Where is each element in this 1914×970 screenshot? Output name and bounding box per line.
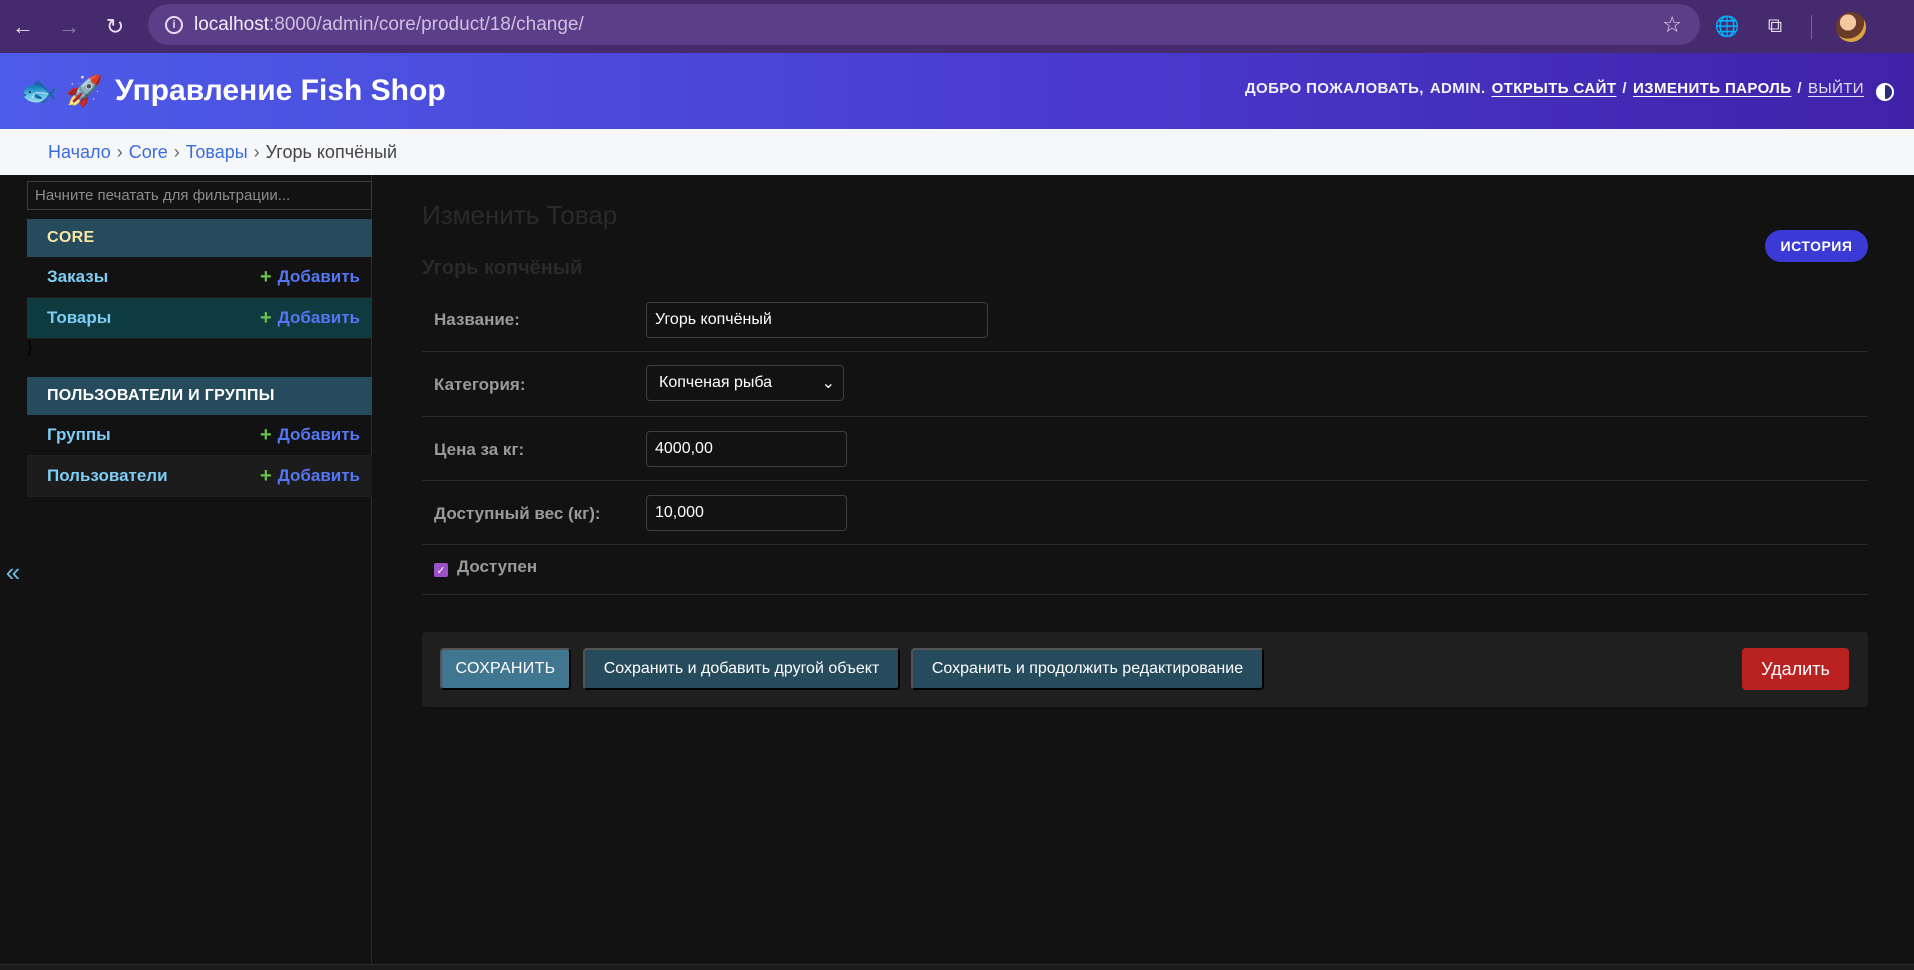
add-label: Добавить [277, 466, 360, 485]
sidebar-item-users[interactable]: Пользователи + Добавить [27, 456, 372, 497]
object-title: Угорь копчёный [422, 257, 583, 279]
add-order-link[interactable]: + Добавить [260, 266, 360, 289]
breadcrumb-separator: › [253, 141, 260, 162]
change-password-link[interactable]: ИЗМЕНИТЬ ПАРОЛЬ [1633, 80, 1791, 97]
category-label: Категория: [434, 375, 526, 394]
available-label[interactable]: Доступен [457, 557, 537, 577]
breadcrumb-separator: › [116, 141, 123, 162]
form-row-available: ✓ Доступен [422, 545, 1868, 595]
forward-icon[interactable]: → [46, 0, 92, 53]
breadcrumb: Начало › Core › Товары › Угорь копчёный [0, 129, 1914, 175]
module-caption-auth[interactable]: ПОЛЬЗОВАТЕЛИ И ГРУППЫ [27, 377, 372, 415]
breadcrumb-current: Угорь копчёный [265, 141, 398, 162]
sidebar-item-orders[interactable]: Заказы + Добавить [27, 257, 372, 298]
page-title: Изменить Товар [422, 200, 618, 230]
delete-button[interactable]: Удалить [1742, 648, 1849, 690]
form-row-name: Название: Угорь копчёный [422, 287, 1868, 352]
separator: / [1797, 80, 1802, 97]
bookmark-star-icon[interactable]: ☆ [1662, 12, 1682, 38]
category-select[interactable]: Копченая рыба ⌄ [646, 365, 844, 401]
translate-globe-icon[interactable]: 🌐 [1715, 15, 1740, 39]
sidebar-filter-input[interactable]: Начните печатать для фильтрации... [27, 181, 372, 210]
breadcrumb-separator: › [173, 141, 180, 162]
sidebar-item-products[interactable]: Товары + Добавить [27, 298, 372, 339]
sidebar-item-label[interactable]: Товары [47, 308, 111, 328]
toggle-sidebar-button[interactable]: « [0, 175, 26, 970]
sidebar-item-label[interactable]: Пользователи [47, 466, 168, 486]
nav-sidebar: Начните печатать для фильтрации... CORE … [27, 175, 372, 970]
separator: / [1622, 80, 1627, 97]
breadcrumb-model[interactable]: Товары [186, 142, 248, 163]
sidebar-item-groups[interactable]: Группы + Добавить [27, 415, 372, 456]
url-text: localhost:8000/admin/core/product/18/cha… [194, 13, 584, 35]
site-title: Управление Fish Shop [115, 74, 446, 107]
username: ADMIN. [1429, 80, 1486, 97]
plus-icon: + [259, 423, 272, 446]
chevron-down-icon: ⌄ [821, 375, 835, 392]
user-tools: ДОБРО ПОЖАЛОВАТЬ, ADMIN. ОТКРЫТЬ САЙТ / … [1245, 80, 1864, 97]
add-label: Добавить [277, 308, 360, 327]
logout-button[interactable]: ВЫЙТИ [1808, 80, 1864, 97]
page-bottom-border [0, 964, 1914, 970]
form-row-weight: Доступный вес (кг): 10,000 [422, 481, 1868, 545]
sidebar-item-label[interactable]: Группы [47, 425, 111, 445]
toolbar-divider [1811, 14, 1812, 39]
profile-avatar[interactable] [1836, 11, 1866, 42]
extensions-icon[interactable]: ⧉ [1763, 15, 1787, 39]
module-core: CORE Заказы + Добавить Товары + Добавить } [27, 219, 372, 357]
site-branding[interactable]: 🐟 🚀 Управление Fish Shop [20, 74, 446, 109]
sidebar-item-label[interactable]: Заказы [47, 267, 108, 287]
plus-icon: + [259, 464, 272, 487]
address-bar[interactable]: i localhost:8000/admin/core/product/18/c… [148, 4, 1700, 45]
plus-icon: + [259, 306, 272, 329]
module-auth: ПОЛЬЗОВАТЕЛИ И ГРУППЫ Группы + Добавить П… [27, 377, 372, 497]
welcome-text: ДОБРО ПОЖАЛОВАТЬ, [1244, 80, 1424, 97]
add-label: Добавить [277, 267, 360, 286]
add-label: Добавить [277, 425, 360, 444]
fish-rocket-icons: 🐟 🚀 [20, 74, 104, 108]
site-header: 🐟 🚀 Управление Fish Shop ДОБРО ПОЖАЛОВАТ… [0, 53, 1914, 129]
category-selected-value: Копченая рыба [659, 374, 773, 391]
breadcrumb-home[interactable]: Начало [48, 142, 111, 163]
name-label: Название: [434, 310, 520, 329]
module-caption-core[interactable]: CORE [27, 219, 372, 257]
add-user-link[interactable]: + Добавить [260, 465, 360, 488]
available-checkbox[interactable]: ✓ [434, 563, 448, 577]
plus-icon: + [259, 265, 272, 288]
price-label: Цена за кг: [434, 440, 525, 459]
browser-toolbar: ← → ↻ i localhost:8000/admin/core/produc… [0, 0, 1914, 53]
reload-icon[interactable]: ↻ [92, 0, 138, 53]
add-product-link[interactable]: + Добавить [260, 307, 360, 330]
back-icon[interactable]: ← [0, 0, 46, 53]
form-row-category: Категория: Копченая рыба ⌄ [422, 352, 1868, 417]
price-input[interactable]: 4000,00 [646, 431, 847, 467]
history-button[interactable]: ИСТОРИЯ [1765, 230, 1868, 262]
name-input[interactable]: Угорь копчёный [646, 302, 988, 338]
form-row-price: Цена за кг: 4000,00 [422, 417, 1868, 481]
add-group-link[interactable]: + Добавить [260, 424, 360, 447]
breadcrumb-app[interactable]: Core [129, 142, 168, 163]
site-info-icon[interactable]: i [154, 15, 194, 34]
save-and-add-another-button[interactable]: Сохранить и добавить другой объект [583, 648, 900, 690]
theme-toggle-icon[interactable] [1876, 83, 1894, 101]
weight-label: Доступный вес (кг): [434, 504, 601, 523]
save-and-continue-button[interactable]: Сохранить и продолжить редактирование [911, 648, 1264, 690]
save-button[interactable]: СОХРАНИТЬ [440, 648, 571, 690]
submit-row: СОХРАНИТЬ Сохранить и добавить другой об… [422, 632, 1868, 707]
view-site-link[interactable]: ОТКРЫТЬ САЙТ [1492, 80, 1617, 97]
weight-input[interactable]: 10,000 [646, 495, 847, 531]
